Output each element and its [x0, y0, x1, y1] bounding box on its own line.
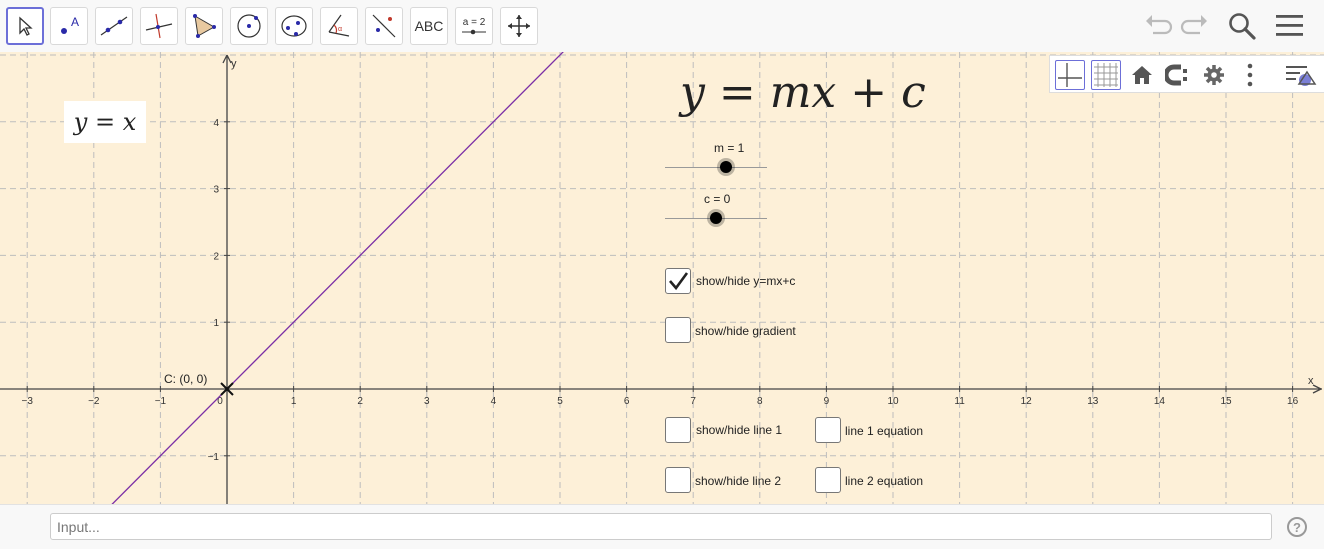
point-icon: A — [61, 15, 79, 34]
show-axes-button[interactable] — [1055, 60, 1085, 90]
checkbox-line-1-equation-label: line 1 equation — [845, 424, 924, 438]
x-tick-label: 12 — [1021, 396, 1033, 407]
algebra-input-field[interactable] — [50, 513, 1272, 540]
y-tick-label: 3 — [213, 185, 219, 196]
svg-text:A: A — [71, 15, 79, 29]
formula-box-y-equals-x[interactable]: y = x — [64, 101, 146, 143]
x-tick-label: −1 — [155, 396, 167, 407]
checkbox-line-2-equation-label: line 2 equation — [845, 474, 924, 488]
toggle-style-bar-icon — [1286, 66, 1317, 86]
y-tick-label: 1 — [213, 318, 219, 329]
x-axis-label: x — [1308, 375, 1314, 387]
ellipse-icon — [281, 15, 307, 37]
slider-m-label: m = 1 — [714, 141, 745, 155]
circle-tool-button[interactable] — [230, 7, 268, 45]
angle-tool-button[interactable]: α — [320, 7, 358, 45]
x-tick-label: 11 — [954, 396, 965, 407]
y-axis-label: y — [231, 58, 237, 70]
x-tick-label: 8 — [757, 396, 763, 407]
toolbar: A α ABC a = 2 — [0, 0, 1324, 52]
standard-view-button[interactable] — [1127, 60, 1157, 90]
perpendicular-tool-button[interactable] — [140, 7, 178, 45]
move-tool-button[interactable] — [6, 7, 44, 45]
polygon-tool-button[interactable] — [185, 7, 223, 45]
x-tick-label: 5 — [557, 396, 563, 407]
formula-box-text: y = x — [73, 108, 137, 136]
help-icon[interactable]: ? — [1287, 517, 1307, 537]
undo-icon[interactable] — [1143, 11, 1175, 41]
reflect-about-line-icon — [372, 14, 396, 38]
move-view-tool-button[interactable] — [500, 7, 538, 45]
move-arrows-icon — [508, 15, 530, 37]
graphics-style-bar — [1049, 55, 1324, 93]
redo-icon[interactable] — [1178, 11, 1210, 41]
checkbox-show-hide-line-2-label: show/hide line 2 — [695, 474, 782, 488]
slider-m-track[interactable] — [665, 167, 767, 168]
x-tick-label: 16 — [1287, 396, 1299, 407]
menu-icon[interactable] — [1274, 11, 1306, 41]
arrow-pointer-icon — [19, 16, 33, 36]
more-vertical-icon — [1247, 63, 1253, 87]
show-grid-icon — [1094, 63, 1118, 87]
checkbox-show-hide-gradient-label: show/hide gradient — [695, 324, 796, 338]
more-options-button[interactable] — [1235, 60, 1265, 90]
x-tick-label: 15 — [1220, 396, 1232, 407]
checkbox-show-hide-gradient[interactable] — [665, 317, 691, 343]
toggle-style-bar-button[interactable] — [1280, 60, 1320, 90]
checkmark-icon — [669, 272, 689, 291]
reflect-tool-button[interactable] — [365, 7, 403, 45]
standard-view-icon — [1132, 66, 1152, 84]
x-tick-label: 13 — [1087, 396, 1099, 407]
checkbox-show-hide-line-1-label: show/hide line 1 — [696, 423, 783, 437]
slider-c-label: c = 0 — [704, 192, 731, 206]
x-tick-label: 7 — [690, 396, 696, 407]
y-tick-label: −1 — [208, 452, 220, 463]
point-capturing-icon — [1165, 64, 1187, 86]
y-tick-label: 4 — [213, 118, 219, 129]
slider-c-knob[interactable] — [710, 212, 722, 224]
x-tick-label: 1 — [291, 396, 297, 407]
svg-text:α: α — [338, 26, 342, 33]
x-tick-label: 9 — [824, 396, 830, 407]
input-bar: ? — [0, 504, 1324, 549]
x-tick-label: 10 — [887, 396, 899, 407]
angle-icon: α — [328, 14, 350, 37]
point-tool-button[interactable]: A — [50, 7, 88, 45]
point-capturing-button[interactable] — [1163, 60, 1193, 90]
circle-center-point-icon — [237, 14, 261, 38]
settings-button[interactable] — [1199, 60, 1229, 90]
slider-tool-label: a = 2 — [462, 17, 486, 28]
x-tick-label: 2 — [357, 396, 363, 407]
checkbox-show-hide-line-label: show/hide y=mx+c — [696, 274, 796, 288]
point-c-label: C: (0, 0) — [164, 372, 207, 386]
perpendicular-line-icon — [145, 13, 173, 39]
x-tick-label: 4 — [491, 396, 497, 407]
checkbox-line-2-equation[interactable] — [815, 467, 841, 493]
x-tick-label: 14 — [1154, 396, 1166, 407]
conic-tool-button[interactable] — [275, 7, 313, 45]
x-tick-label: −3 — [21, 396, 33, 407]
y-tick-label: 2 — [213, 251, 219, 262]
slider-icon — [462, 29, 486, 35]
show-axes-icon — [1058, 63, 1082, 87]
line-through-points-icon — [100, 16, 128, 36]
checkbox-line-1-equation[interactable] — [815, 417, 841, 443]
checkbox-show-hide-line[interactable] — [665, 268, 691, 294]
graphics-view[interactable]: x y −3 −2 −1 0 1 2 3 4 5 6 7 8 9 10 11 12 13 14 15 16 4 3 2 1 −1 C:… — [0, 52, 1324, 504]
text-tool-button[interactable]: ABC — [410, 7, 448, 45]
search-icon[interactable] — [1226, 11, 1258, 41]
coordinate-grid: xy−3 −2 −1 0 1 2 3 4 5 6 7 8 9 10 11 12 13 14 15 164321−1C:… — [0, 52, 1324, 504]
x-tick-label: 3 — [424, 396, 430, 407]
x-tick-label: −2 — [88, 396, 100, 407]
x-tick-label: 6 — [624, 396, 630, 407]
checkbox-show-hide-line-2[interactable] — [665, 467, 691, 493]
text-tool-label: ABC — [414, 18, 444, 34]
show-grid-button[interactable] — [1091, 60, 1121, 90]
line-tool-button[interactable] — [95, 7, 133, 45]
polygon-icon — [193, 14, 216, 38]
checkbox-show-hide-line-1[interactable] — [665, 417, 691, 443]
title-formula: y = mx + c — [680, 67, 926, 118]
slider-tool-button[interactable]: a = 2 — [455, 7, 493, 45]
settings-gear-icon — [1204, 65, 1224, 85]
